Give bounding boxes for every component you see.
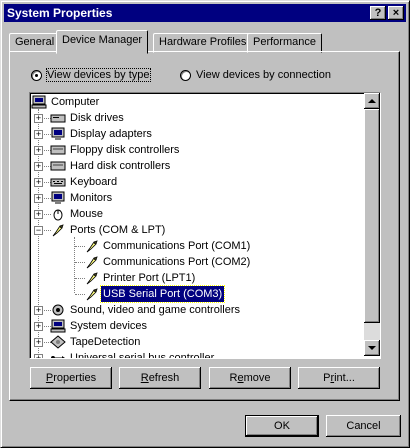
port-icon	[84, 239, 100, 253]
button-label: Refresh	[140, 372, 180, 384]
port-icon	[84, 255, 100, 269]
scroll-thumb[interactable]	[364, 109, 380, 323]
keyboard-icon	[50, 175, 66, 189]
tab-performance[interactable]: Performance	[247, 33, 322, 53]
button-label: Remove	[229, 372, 271, 384]
tree-connector-line	[39, 358, 51, 359]
device-tree[interactable]: Computer + Disk drives + Display adapters + F…	[29, 92, 381, 359]
tree-item-label: Printer Port (LPT1)	[103, 272, 196, 284]
mouse-icon	[50, 207, 66, 221]
tree-item-label: Display adapters	[70, 128, 152, 140]
tree-item-label: Monitors	[70, 192, 113, 204]
system-devices-icon	[50, 319, 66, 333]
expand-icon[interactable]: +	[34, 338, 43, 347]
port-icon	[84, 271, 100, 285]
expand-icon[interactable]: +	[34, 194, 43, 203]
display-adapter-icon	[50, 127, 66, 141]
expand-icon[interactable]: +	[34, 130, 43, 139]
tree-item-label: Communications Port (COM1)	[103, 240, 251, 252]
expand-icon[interactable]: +	[34, 162, 43, 171]
disk-drive-icon	[50, 111, 66, 125]
scroll-up-button[interactable]	[364, 93, 380, 109]
tree-item-label: Hard disk controllers	[70, 160, 171, 172]
tree-item-label: Mouse	[70, 208, 104, 220]
port-icon	[50, 223, 66, 237]
button-label: OK	[274, 420, 290, 432]
tree-item-label: Floppy disk controllers	[70, 144, 180, 156]
ok-button[interactable]: OK	[245, 415, 319, 437]
tree-item-label: TapeDetection	[70, 336, 141, 348]
window-title: System Properties	[7, 6, 113, 20]
refresh-button[interactable]: Refresh	[119, 367, 201, 389]
expand-icon[interactable]: +	[34, 306, 43, 315]
tree-item-label: USB Serial Port (COM3)	[99, 285, 226, 303]
hard-disk-controller-icon	[50, 159, 66, 173]
tab-label: Hardware Profiles	[159, 36, 247, 48]
collapse-icon[interactable]: −	[34, 226, 43, 235]
expand-icon[interactable]: +	[34, 354, 43, 358]
tab-label: General	[15, 36, 55, 48]
tree-item-label: Ports (COM & LPT)	[70, 224, 166, 236]
button-label: Cancel	[346, 420, 381, 432]
close-button[interactable]: ×	[388, 6, 404, 20]
tree-item-label: Communications Port (COM2)	[103, 256, 251, 268]
expand-icon[interactable]: +	[34, 322, 43, 331]
usb-icon	[50, 351, 66, 358]
expand-icon[interactable]: +	[34, 114, 43, 123]
remove-button[interactable]: Remove	[209, 367, 291, 389]
print-button[interactable]: Print...	[298, 367, 380, 389]
monitor-icon	[50, 191, 66, 205]
tree-vertical-scrollbar[interactable]	[364, 93, 380, 356]
button-label: Print...	[323, 372, 355, 384]
help-button[interactable]: ?	[370, 6, 386, 20]
tab-hardware-profiles[interactable]: Hardware Profiles	[153, 33, 253, 53]
radio-label: View devices by type	[46, 68, 151, 82]
expand-icon[interactable]: +	[34, 146, 43, 155]
expand-icon[interactable]: +	[34, 178, 43, 187]
radio-label: View devices by connection	[196, 69, 331, 81]
computer-icon	[31, 95, 47, 109]
radio-unselected-indicator	[180, 70, 191, 81]
port-icon	[84, 287, 100, 301]
tree-item-label: Universal serial bus controller	[70, 352, 215, 359]
system-properties-window: System Properties ? × General Device Man…	[0, 0, 410, 448]
sound-icon	[50, 303, 66, 317]
tab-label: Device Manager	[62, 34, 143, 46]
expand-icon[interactable]: +	[34, 210, 43, 219]
tree-item-label: Disk drives	[70, 112, 124, 124]
tab-label: Performance	[253, 36, 316, 48]
scroll-down-button[interactable]	[364, 340, 380, 356]
radio-selected-indicator	[31, 70, 42, 81]
floppy-controller-icon	[50, 143, 66, 157]
button-label: Properties	[45, 372, 97, 384]
properties-button[interactable]: Properties	[30, 367, 112, 389]
tree-item-label: Keyboard	[70, 176, 118, 188]
tab-general[interactable]: General	[9, 33, 61, 53]
tree-item-label: System devices	[70, 320, 148, 332]
tree-item-label: Sound, video and game controllers	[70, 304, 240, 316]
title-bar[interactable]: System Properties ? ×	[4, 4, 406, 22]
tree-item-label: Computer	[51, 96, 100, 108]
tab-device-manager[interactable]: Device Manager	[56, 30, 149, 54]
tape-icon	[50, 335, 66, 349]
cancel-button[interactable]: Cancel	[326, 415, 401, 437]
